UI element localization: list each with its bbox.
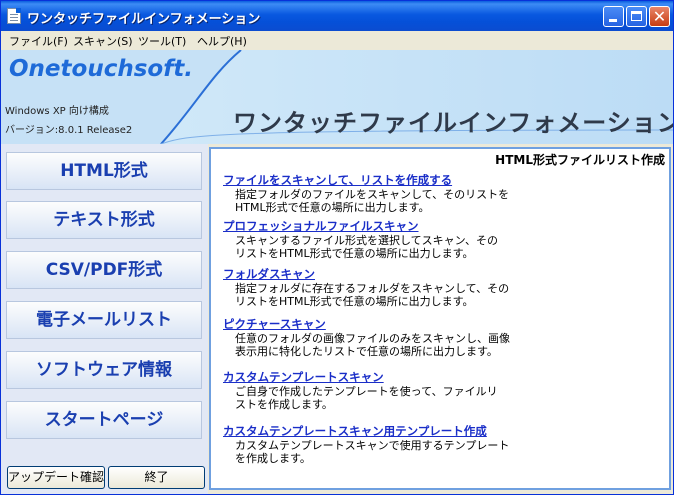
nav-start-page[interactable]: スタートページ <box>6 401 202 439</box>
description-line: ストを作成します。 <box>235 398 333 411</box>
banner-title: ワンタッチファイルインフォメーション <box>233 109 673 137</box>
folder-scan-link[interactable]: フォルダスキャン <box>223 266 663 282</box>
close-icon: ✕ <box>652 7 667 26</box>
title-bar[interactable]: ワンタッチファイルインフォメーション ✕ <box>1 1 673 31</box>
description-line: 指定フォルダのファイルをスキャンして、そのリストを <box>235 188 510 201</box>
custom-template-scan-link[interactable]: カスタムテンプレートスキャン <box>223 369 663 385</box>
check-update-button[interactable]: アップデート確認 <box>7 466 105 489</box>
brand-logo: Onetouchsoft. <box>9 56 193 82</box>
minimize-button[interactable] <box>603 6 624 27</box>
maximize-icon <box>631 11 642 21</box>
list-item: プロフェッショナルファイルスキャン スキャンするファイル形式を選択してスキャン、… <box>223 218 663 260</box>
nav-email-list[interactable]: 電子メールリスト <box>6 301 202 339</box>
picture-scan-link[interactable]: ピクチャースキャン <box>223 316 663 332</box>
description-line: リストをHTML形式で任意の場所に出力します。 <box>235 295 474 308</box>
scan-create-list-link[interactable]: ファイルをスキャンして、リストを作成する <box>223 172 663 188</box>
menu-scan[interactable]: スキャン(S) <box>73 33 133 49</box>
list-item: カスタムテンプレートスキャン ご自身で作成したテンプレートを使って、ファイルリ … <box>223 369 663 411</box>
description-line: カスタムテンプレートスキャンで使用するテンプレート <box>235 439 510 452</box>
create-template-link[interactable]: カスタムテンプレートスキャン用テンプレート作成 <box>223 423 663 439</box>
nav-html-format[interactable]: HTML形式 <box>6 152 202 190</box>
header-banner: Onetouchsoft. Windows XP 向け構成 バージョン:8.0.… <box>1 50 673 144</box>
description-line: HTML形式で任意の場所に出力します。 <box>235 201 430 214</box>
exit-button[interactable]: 終了 <box>108 466 205 489</box>
content-panel: HTML形式ファイルリスト作成 ファイルをスキャンして、リストを作成する 指定フ… <box>209 147 671 490</box>
description-line: 表示用に特化したリストで任意の場所に出力します。 <box>235 345 498 358</box>
nav-text-format[interactable]: テキスト形式 <box>6 201 202 239</box>
nav-csv-pdf-format[interactable]: CSV/PDF形式 <box>6 251 202 289</box>
close-button[interactable]: ✕ <box>649 6 670 27</box>
menu-file[interactable]: ファイル(F) <box>9 33 68 49</box>
content-header: HTML形式ファイルリスト作成 <box>495 153 665 167</box>
document-icon <box>7 8 21 24</box>
window-title: ワンタッチファイルインフォメーション <box>27 12 261 27</box>
description-line: リストをHTML形式で任意の場所に出力します。 <box>235 247 474 260</box>
list-item: カスタムテンプレートスキャン用テンプレート作成 カスタムテンプレートスキャンで使… <box>223 423 663 465</box>
list-item: フォルダスキャン 指定フォルダに存在するフォルダをスキャンして、その リストをH… <box>223 266 663 308</box>
description-line: 任意のフォルダの画像ファイルのみをスキャンし、画像 <box>235 332 510 345</box>
list-item: ピクチャースキャン 任意のフォルダの画像ファイルのみをスキャンし、画像 表示用に… <box>223 316 663 358</box>
app-window: ワンタッチファイルインフォメーション ✕ ファイル(F) スキャン(S) ツール… <box>0 0 674 495</box>
professional-file-scan-link[interactable]: プロフェッショナルファイルスキャン <box>223 218 663 234</box>
description-line: ご自身で作成したテンプレートを使って、ファイルリ <box>235 385 498 398</box>
menu-help[interactable]: ヘルプ(H) <box>197 33 247 49</box>
description-line: を作成します。 <box>235 452 311 465</box>
nav-software-info[interactable]: ソフトウェア情報 <box>6 351 202 389</box>
minimize-icon <box>609 19 617 22</box>
maximize-button[interactable] <box>626 6 647 27</box>
list-item: ファイルをスキャンして、リストを作成する 指定フォルダのファイルをスキャンして、… <box>223 172 663 214</box>
sidebar: HTML形式 テキスト形式 CSV/PDF形式 電子メールリスト ソフトウェア情… <box>1 144 208 494</box>
version-info: バージョン:8.0.1 Release2 <box>5 125 133 136</box>
description-line: 指定フォルダに存在するフォルダをスキャンして、その <box>235 282 510 295</box>
menu-tools[interactable]: ツール(T) <box>138 33 186 49</box>
menu-bar: ファイル(F) スキャン(S) ツール(T) ヘルプ(H) <box>1 31 673 50</box>
description-line: スキャンするファイル形式を選択してスキャン、その <box>235 234 499 247</box>
build-info: Windows XP 向け構成 <box>5 106 109 117</box>
